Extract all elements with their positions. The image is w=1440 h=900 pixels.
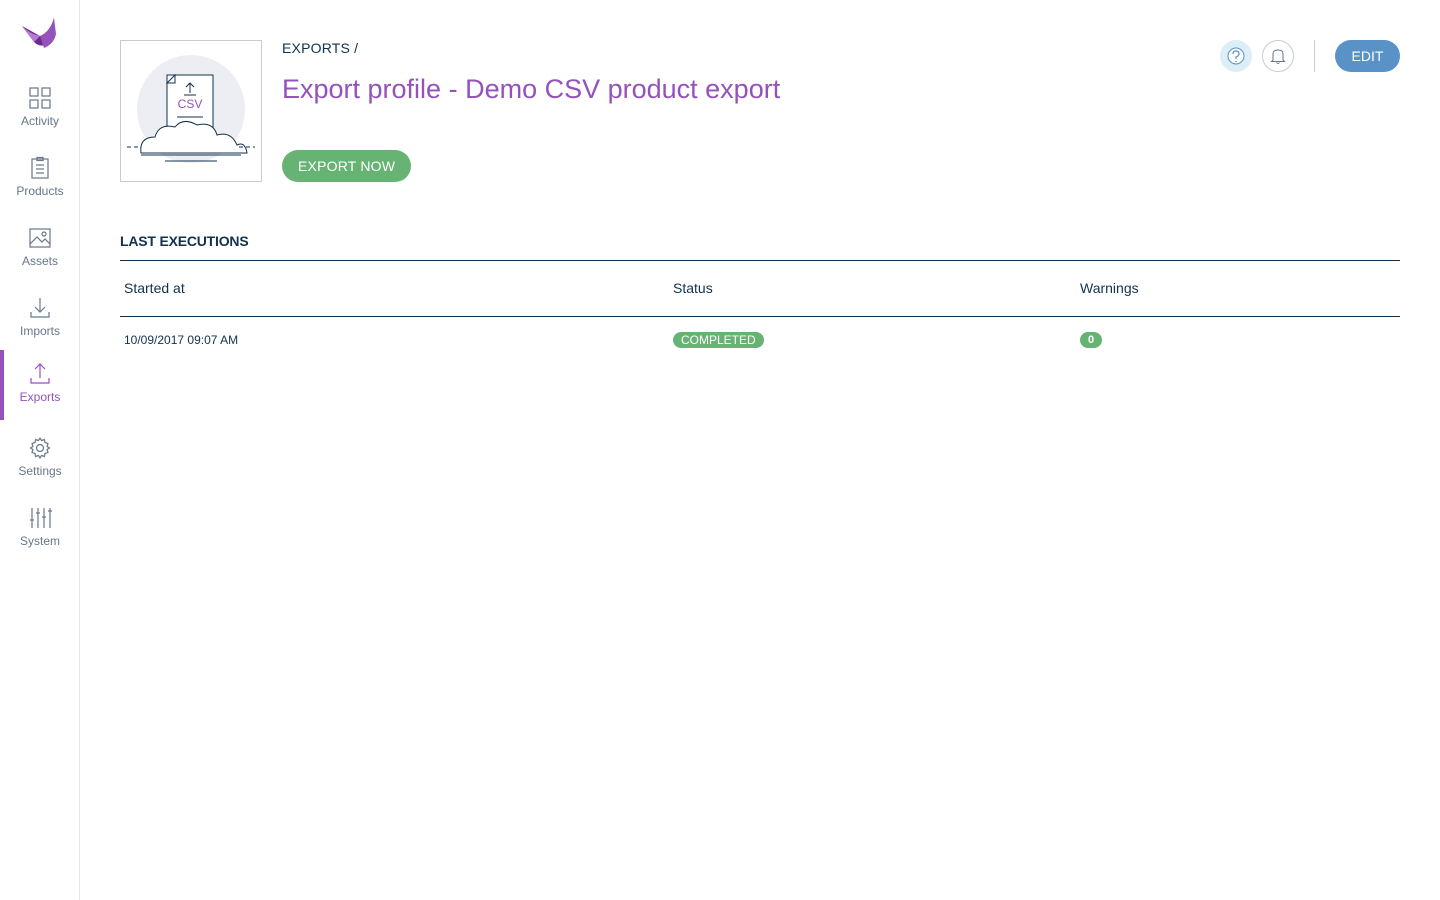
table-header-row: Started at Status Warnings — [120, 261, 1400, 317]
column-header-started-at[interactable]: Started at — [120, 261, 669, 317]
export-now-button[interactable]: EXPORT NOW — [282, 150, 412, 182]
column-header-status[interactable]: Status — [669, 261, 1076, 317]
table-row[interactable]: 10/09/2017 09:07 AM COMPLETED 0 — [120, 316, 1400, 364]
cell-warnings: 0 — [1076, 316, 1400, 364]
help-icon[interactable] — [1220, 40, 1252, 72]
image-icon — [29, 228, 51, 248]
page-title: Export profile - Demo CSV product export — [282, 74, 781, 104]
nav-assets-label: Assets — [21, 254, 58, 268]
breadcrumb[interactable]: EXPORTS / — [282, 40, 358, 56]
cell-started-at: 10/09/2017 09:07 AM — [124, 333, 239, 348]
nav-system-label: System — [19, 534, 60, 548]
nav-system[interactable]: System — [0, 494, 80, 564]
clipboard-icon — [31, 156, 49, 179]
column-header-warnings[interactable]: Warnings — [1076, 261, 1400, 317]
akeneo-logo[interactable] — [20, 14, 58, 54]
download-icon — [30, 298, 50, 318]
nav-products-label: Products — [16, 184, 64, 198]
nav-activity[interactable]: Activity — [0, 74, 80, 144]
nav-exports[interactable]: Exports — [0, 350, 80, 420]
executions-table: Started at Status Warnings 10/09/2017 09… — [120, 261, 1400, 364]
nav-imports-label: Imports — [19, 324, 60, 338]
notification-bell-icon[interactable] — [1262, 40, 1294, 72]
gear-icon — [29, 436, 51, 460]
sliders-icon — [30, 508, 52, 528]
cell-status: COMPLETED — [669, 316, 1076, 364]
warnings-badge: 0 — [1080, 332, 1102, 349]
upload-icon — [30, 363, 50, 384]
export-thumbnail: CSV — [120, 40, 262, 182]
nav-exports-label: Exports — [19, 390, 61, 404]
header-divider — [1314, 40, 1315, 72]
nav-activity-label: Activity — [20, 114, 59, 128]
section-title: LAST EXECUTIONS — [120, 233, 249, 249]
csv-cloud-illustration: CSV — [127, 55, 255, 163]
edit-button[interactable]: EDIT — [1335, 40, 1400, 72]
nav-settings-label: Settings — [18, 464, 62, 478]
status-badge: COMPLETED — [673, 332, 764, 349]
nav-settings[interactable]: Settings — [0, 424, 80, 494]
sidebar: Activity Products Assets Imports Exports — [0, 0, 80, 900]
thumbnail-csv-text: CSV — [178, 97, 203, 111]
nav-imports[interactable]: Imports — [0, 284, 80, 354]
nav-products[interactable]: Products — [0, 144, 80, 214]
nav-assets[interactable]: Assets — [0, 214, 80, 284]
dashboard-icon — [29, 87, 51, 109]
